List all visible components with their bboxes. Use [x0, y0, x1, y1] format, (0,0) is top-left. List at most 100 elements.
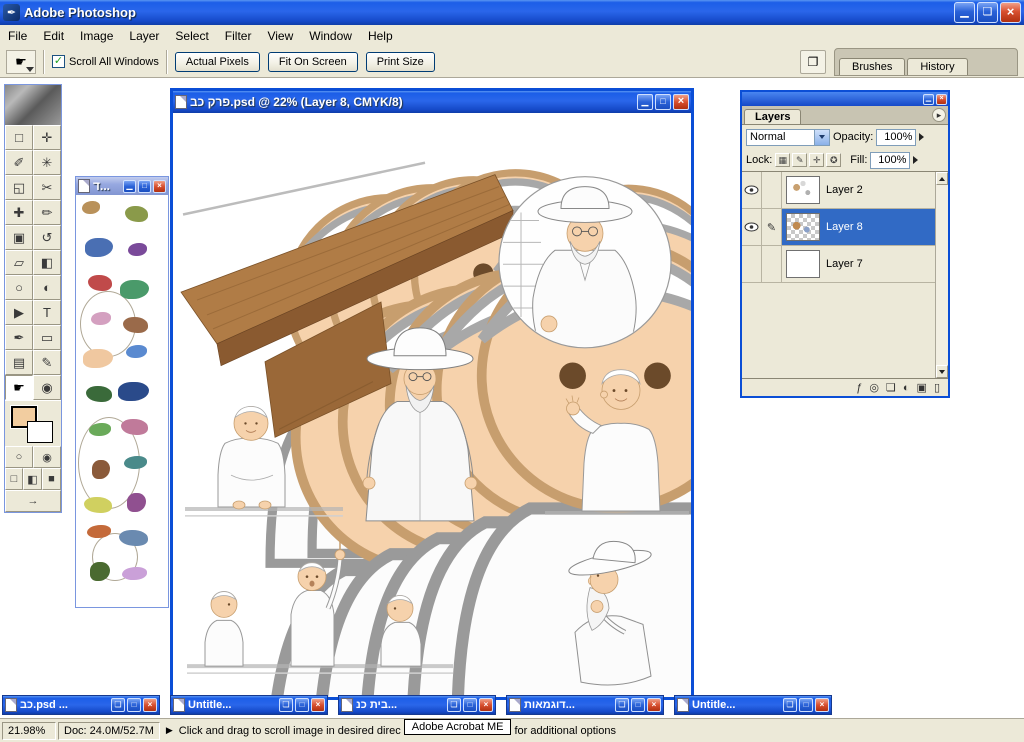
menu-select[interactable]: Select	[167, 27, 216, 45]
menu-window[interactable]: Window	[301, 27, 360, 45]
color-samples-titlebar[interactable]: ד... ▁ □ ×	[76, 177, 168, 195]
healing-brush-tool[interactable]: ✚	[5, 200, 33, 225]
chevron-down-icon[interactable]	[814, 129, 829, 145]
edit-in-imageready-icon[interactable]: →	[5, 490, 61, 512]
close-button[interactable]: ×	[936, 93, 947, 105]
add-layer-mask-icon[interactable]: ◎	[869, 381, 879, 394]
move-tool[interactable]: ✛	[33, 125, 61, 150]
hand-tool[interactable]: ☛	[5, 375, 33, 400]
maximize-button[interactable]: □	[631, 698, 645, 712]
close-button[interactable]: ×	[1000, 2, 1021, 23]
rectangular-marquee-tool[interactable]: □	[5, 125, 33, 150]
restore-button[interactable]: ❏	[111, 698, 125, 712]
zoom-level-field[interactable]: 21.98%	[2, 721, 56, 740]
blur-tool[interactable]: ○	[5, 275, 33, 300]
clone-stamp-tool[interactable]: ▣	[5, 225, 33, 250]
visibility-eye-icon[interactable]	[742, 209, 762, 245]
menu-help[interactable]: Help	[360, 27, 401, 45]
tool-preset-picker[interactable]: ☛	[6, 49, 36, 74]
maximize-button[interactable]: □	[295, 698, 309, 712]
crop-tool[interactable]: ◱	[5, 175, 33, 200]
brush-tool[interactable]: ✏	[33, 200, 61, 225]
layer-name[interactable]: Layer 7	[826, 258, 863, 270]
close-button[interactable]: ×	[673, 94, 689, 110]
minimize-button[interactable]: ▁	[923, 93, 934, 105]
close-button[interactable]: ×	[479, 698, 493, 712]
fit-on-screen-button[interactable]: Fit On Screen	[267, 51, 358, 72]
scroll-all-windows-checkbox[interactable]: ✓ Scroll All Windows	[52, 55, 159, 68]
close-button[interactable]: ×	[311, 698, 325, 712]
layer-row[interactable]: Layer 2	[742, 172, 935, 209]
minimize-button[interactable]: ▁	[637, 94, 653, 110]
gradient-tool[interactable]: ◧	[33, 250, 61, 275]
swatch-blob-field[interactable]	[76, 195, 168, 607]
status-arrow-icon[interactable]: ▶	[166, 725, 173, 736]
new-layer-icon[interactable]: ▣	[917, 381, 927, 394]
toolbox-artwork[interactable]	[5, 85, 61, 125]
minimize-button[interactable]: ▁	[123, 179, 136, 193]
history-brush-tool[interactable]: ↺	[33, 225, 61, 250]
restore-button[interactable]: ❏	[977, 2, 998, 23]
maximize-button[interactable]: □	[799, 698, 813, 712]
type-tool[interactable]: T	[33, 300, 61, 325]
visibility-eye-icon[interactable]	[742, 172, 762, 208]
new-layer-set-icon[interactable]: ❏	[886, 381, 896, 394]
shape-tool[interactable]: ▭	[33, 325, 61, 350]
layer-row-active[interactable]: ✎ Layer 8	[742, 209, 935, 246]
menu-image[interactable]: Image	[72, 27, 121, 45]
path-selection-tool[interactable]: ▶	[5, 300, 33, 325]
acrobat-popup[interactable]: Adobe Acrobat ME	[403, 718, 512, 735]
close-button[interactable]: ×	[143, 698, 157, 712]
layer-thumbnail[interactable]	[786, 176, 820, 204]
restore-button[interactable]: ❏	[279, 698, 293, 712]
lock-image-icon[interactable]: ✎	[792, 153, 808, 167]
tab-brushes[interactable]: Brushes	[839, 57, 906, 75]
scroll-down-button[interactable]	[936, 365, 948, 378]
document-titlebar[interactable]: פרק כב.psd @ 22% (Layer 8, CMYK/8) ▁ □ ×	[173, 91, 691, 113]
document-canvas[interactable]	[173, 113, 691, 697]
dodge-tool[interactable]: ◐	[33, 275, 61, 300]
restore-button[interactable]: ❏	[615, 698, 629, 712]
minimized-document[interactable]: כב.psd ... ❏ □ ×	[2, 695, 160, 715]
fill-input[interactable]: 100%	[870, 151, 911, 169]
lasso-tool[interactable]: ✐	[5, 150, 33, 175]
opacity-input[interactable]: 100%	[876, 128, 917, 146]
menu-layer[interactable]: Layer	[121, 27, 167, 45]
minimize-button[interactable]: ▁	[954, 2, 975, 23]
menu-edit[interactable]: Edit	[35, 27, 72, 45]
pen-tool[interactable]: ✒	[5, 325, 33, 350]
close-button[interactable]: ×	[815, 698, 829, 712]
minimized-document[interactable]: Untitle... ❏ □ ×	[674, 695, 832, 715]
maximize-button[interactable]: □	[655, 94, 671, 110]
standard-screen-mode-icon[interactable]: □	[5, 468, 23, 490]
link-cell[interactable]	[762, 246, 782, 282]
minimized-document[interactable]: בית כנ... ❏ □ ×	[338, 695, 496, 715]
opacity-slider-arrow-icon[interactable]	[919, 133, 925, 141]
lock-all-icon[interactable]: ✪	[826, 153, 842, 167]
layer-thumbnail[interactable]	[786, 213, 820, 241]
print-size-button[interactable]: Print Size	[365, 51, 435, 72]
delete-layer-icon[interactable]: ▯	[934, 381, 940, 394]
menu-filter[interactable]: Filter	[217, 27, 260, 45]
visibility-eye-empty[interactable]	[742, 246, 762, 282]
magic-wand-tool[interactable]: ✳	[33, 150, 61, 175]
file-browser-toggle-button[interactable]: ❐	[800, 49, 826, 74]
menu-view[interactable]: View	[259, 27, 301, 45]
restore-button[interactable]: ❏	[783, 698, 797, 712]
adjustment-layer-icon[interactable]: ◐	[903, 382, 910, 394]
layer-style-icon[interactable]: ƒ	[856, 382, 862, 394]
tab-history[interactable]: History	[907, 57, 968, 75]
tab-layers[interactable]: Layers	[744, 109, 802, 124]
close-button[interactable]: ×	[647, 698, 661, 712]
maximize-button[interactable]: □	[127, 698, 141, 712]
menu-file[interactable]: File	[0, 27, 35, 45]
palette-titlebar[interactable]: ▁ ×	[742, 92, 948, 106]
layer-name[interactable]: Layer 8	[826, 221, 863, 233]
link-cell[interactable]	[762, 172, 782, 208]
eyedropper-tool[interactable]: ✎	[33, 350, 61, 375]
background-color-swatch[interactable]	[27, 421, 53, 443]
blend-mode-dropdown[interactable]: Normal	[746, 128, 830, 146]
layers-scrollbar[interactable]	[935, 172, 948, 378]
scroll-up-button[interactable]	[936, 172, 948, 185]
notes-tool[interactable]: ▤	[5, 350, 33, 375]
